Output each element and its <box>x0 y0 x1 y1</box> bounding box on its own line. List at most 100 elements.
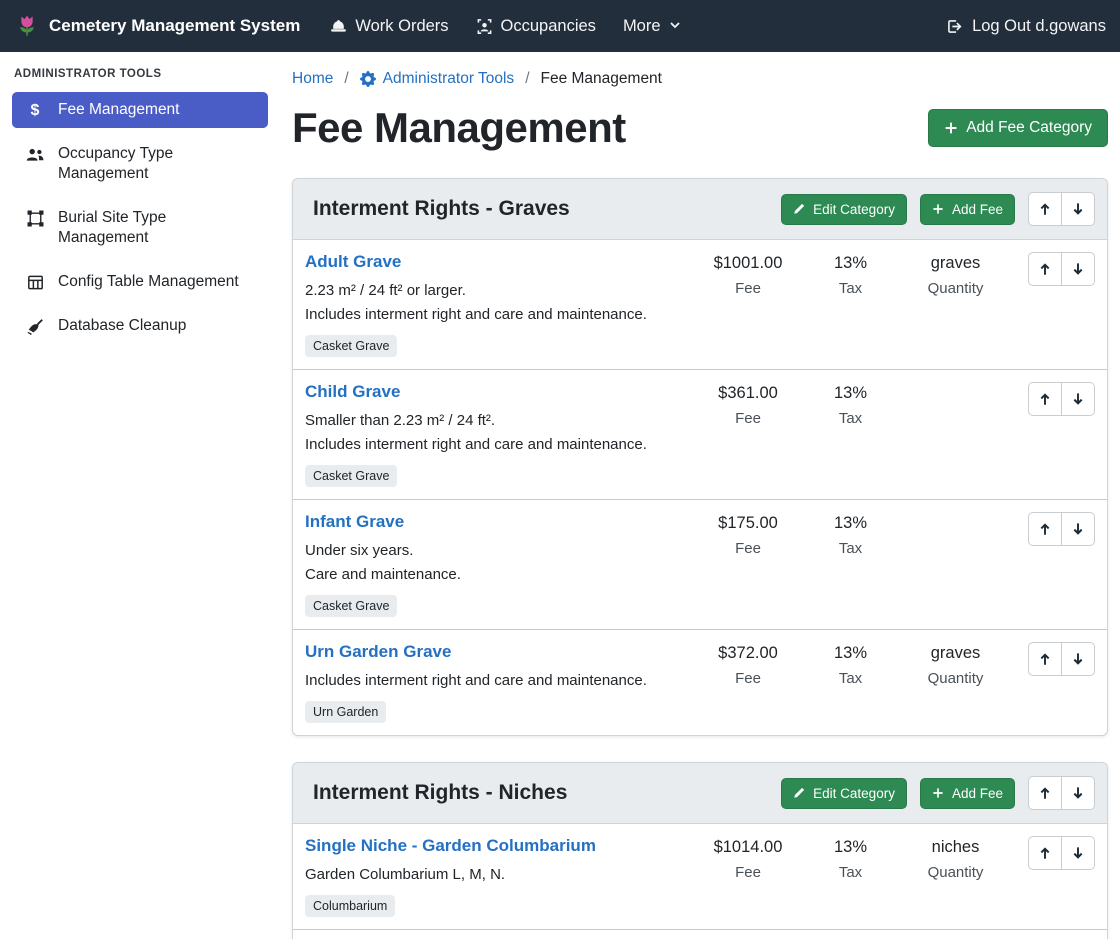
fee-name-link[interactable]: Adult Grave <box>305 252 401 272</box>
edit-category-button[interactable]: Edit Category <box>781 194 907 225</box>
quantity-unit: graves <box>898 644 1013 663</box>
fee-list: Adult Grave 2.23 m² / 24 ft² or larger. … <box>293 240 1107 735</box>
fee-row: Child Grave Smaller than 2.23 m² / 24 ft… <box>293 370 1107 500</box>
fee-amount: $361.00 <box>693 384 803 403</box>
arrow-down-icon <box>1071 786 1085 800</box>
tax-amount: 13% <box>803 384 898 403</box>
fee-label: Fee <box>693 410 803 427</box>
fee-type-badge: Casket Grave <box>305 335 397 357</box>
fee-row: Urn Garden Grave Includes interment righ… <box>293 630 1107 735</box>
move-fee-up-button[interactable] <box>1028 382 1062 416</box>
fee-description: Includes interment right and care and ma… <box>305 669 693 693</box>
fee-row: Infant Grave Under six years. Care and m… <box>293 500 1107 630</box>
arrow-down-icon <box>1071 392 1085 406</box>
nav-occupancies[interactable]: Occupancies <box>476 17 596 36</box>
move-category-down-button[interactable] <box>1061 776 1095 810</box>
move-fee-down-button[interactable] <box>1061 642 1095 676</box>
fee-description: Under six years. <box>305 539 693 563</box>
category-title: Interment Rights - Niches <box>313 781 567 805</box>
hard-hat-icon <box>330 18 347 35</box>
sidebar-item-label: Config Table Management <box>58 272 239 292</box>
sidebar-item-fee-management[interactable]: $ Fee Management <box>12 92 268 128</box>
add-fee-button[interactable]: Add Fee <box>920 194 1015 225</box>
arrow-down-icon <box>1071 522 1085 536</box>
fee-description: Garden Columbarium L, M, N. <box>305 863 693 887</box>
tax-amount: 13% <box>803 254 898 273</box>
fee-name-link[interactable]: Infant Grave <box>305 512 404 532</box>
category-card-niches: Interment Rights - Niches Edit Category … <box>292 762 1108 939</box>
nav-work-orders[interactable]: Work Orders <box>330 17 448 36</box>
fee-row: Adult Grave 2.23 m² / 24 ft² or larger. … <box>293 240 1107 370</box>
move-category-up-button[interactable] <box>1028 776 1062 810</box>
sidebar-item-label: Fee Management <box>58 100 180 120</box>
edit-category-button[interactable]: Edit Category <box>781 778 907 809</box>
fee-reorder-group <box>1028 512 1095 546</box>
fee-name-link[interactable]: Urn Garden Grave <box>305 642 451 662</box>
pencil-icon <box>793 787 805 799</box>
move-fee-down-button[interactable] <box>1061 512 1095 546</box>
breadcrumb-home[interactable]: Home <box>292 70 333 88</box>
main-content: Home / Administrator Tools / Fee Managem… <box>280 52 1120 939</box>
move-fee-down-button[interactable] <box>1061 252 1095 286</box>
fee-row: Companion Niche - Garden Columbarium Gar… <box>293 930 1107 939</box>
fee-name-link[interactable]: Single Niche - Garden Columbarium <box>305 836 596 856</box>
fee-amount: $1001.00 <box>693 254 803 273</box>
arrow-down-icon <box>1071 652 1085 666</box>
users-icon <box>25 144 45 164</box>
tulip-logo-icon <box>14 13 40 39</box>
move-fee-up-button[interactable] <box>1028 642 1062 676</box>
add-fee-category-button[interactable]: Add Fee Category <box>928 109 1108 147</box>
fee-label: Fee <box>693 280 803 297</box>
quantity-unit: niches <box>898 838 1013 857</box>
broom-icon <box>25 316 45 335</box>
sidebar-item-burial-site-type-management[interactable]: Burial Site Type Management <box>12 200 268 256</box>
sidebar-item-config-table-management[interactable]: Config Table Management <box>12 264 268 300</box>
plus-icon <box>932 203 944 215</box>
arrow-up-icon <box>1038 522 1052 536</box>
sidebar-item-occupancy-type-management[interactable]: Occupancy Type Management <box>12 136 268 192</box>
category-header: Interment Rights - Niches Edit Category … <box>293 763 1107 824</box>
table-icon <box>25 272 45 291</box>
move-category-up-button[interactable] <box>1028 192 1062 226</box>
tax-amount: 13% <box>803 838 898 857</box>
logout-link[interactable]: Log Out d.gowans <box>946 17 1106 36</box>
move-fee-up-button[interactable] <box>1028 836 1062 870</box>
quantity-label: Quantity <box>898 864 1013 881</box>
tax-amount: 13% <box>803 514 898 533</box>
move-fee-down-button[interactable] <box>1061 836 1095 870</box>
nav-more-label: More <box>623 17 661 36</box>
fee-reorder-group <box>1028 252 1095 286</box>
page-head: Fee Management Add Fee Category <box>292 104 1108 152</box>
add-fee-label: Add Fee <box>952 786 1003 801</box>
sidebar-item-database-cleanup[interactable]: Database Cleanup <box>12 308 268 344</box>
tax-label: Tax <box>803 540 898 557</box>
fee-amount: $1014.00 <box>693 838 803 857</box>
fee-reorder-group <box>1028 382 1095 416</box>
move-fee-up-button[interactable] <box>1028 512 1062 546</box>
move-fee-down-button[interactable] <box>1061 382 1095 416</box>
gear-icon <box>360 71 376 87</box>
brand-link[interactable]: Cemetery Management System <box>14 13 300 39</box>
plus-icon <box>944 121 958 135</box>
nav-more[interactable]: More <box>623 17 681 36</box>
vector-square-icon <box>25 208 45 227</box>
add-fee-button[interactable]: Add Fee <box>920 778 1015 809</box>
fee-list: Single Niche - Garden Columbarium Garden… <box>293 824 1107 939</box>
category-actions: Edit Category Add Fee <box>781 192 1095 226</box>
tax-label: Tax <box>803 864 898 881</box>
category-card-graves: Interment Rights - Graves Edit Category … <box>292 178 1108 736</box>
fee-description: Smaller than 2.23 m² / 24 ft². <box>305 409 693 433</box>
fee-type-badge: Casket Grave <box>305 595 397 617</box>
sidebar-heading: Administrator Tools <box>14 68 266 80</box>
fee-name-link[interactable]: Child Grave <box>305 382 400 402</box>
move-fee-up-button[interactable] <box>1028 252 1062 286</box>
breadcrumb-administrator-tools[interactable]: Administrator Tools <box>360 70 515 88</box>
fee-description: Care and maintenance. <box>305 563 693 587</box>
tax-label: Tax <box>803 670 898 687</box>
tax-label: Tax <box>803 280 898 297</box>
top-navbar: Cemetery Management System Work Orders <box>0 0 1120 52</box>
brand-title: Cemetery Management System <box>49 16 300 36</box>
fee-description: Includes interment right and care and ma… <box>305 433 693 457</box>
breadcrumb: Home / Administrator Tools / Fee Managem… <box>292 70 1108 88</box>
move-category-down-button[interactable] <box>1061 192 1095 226</box>
